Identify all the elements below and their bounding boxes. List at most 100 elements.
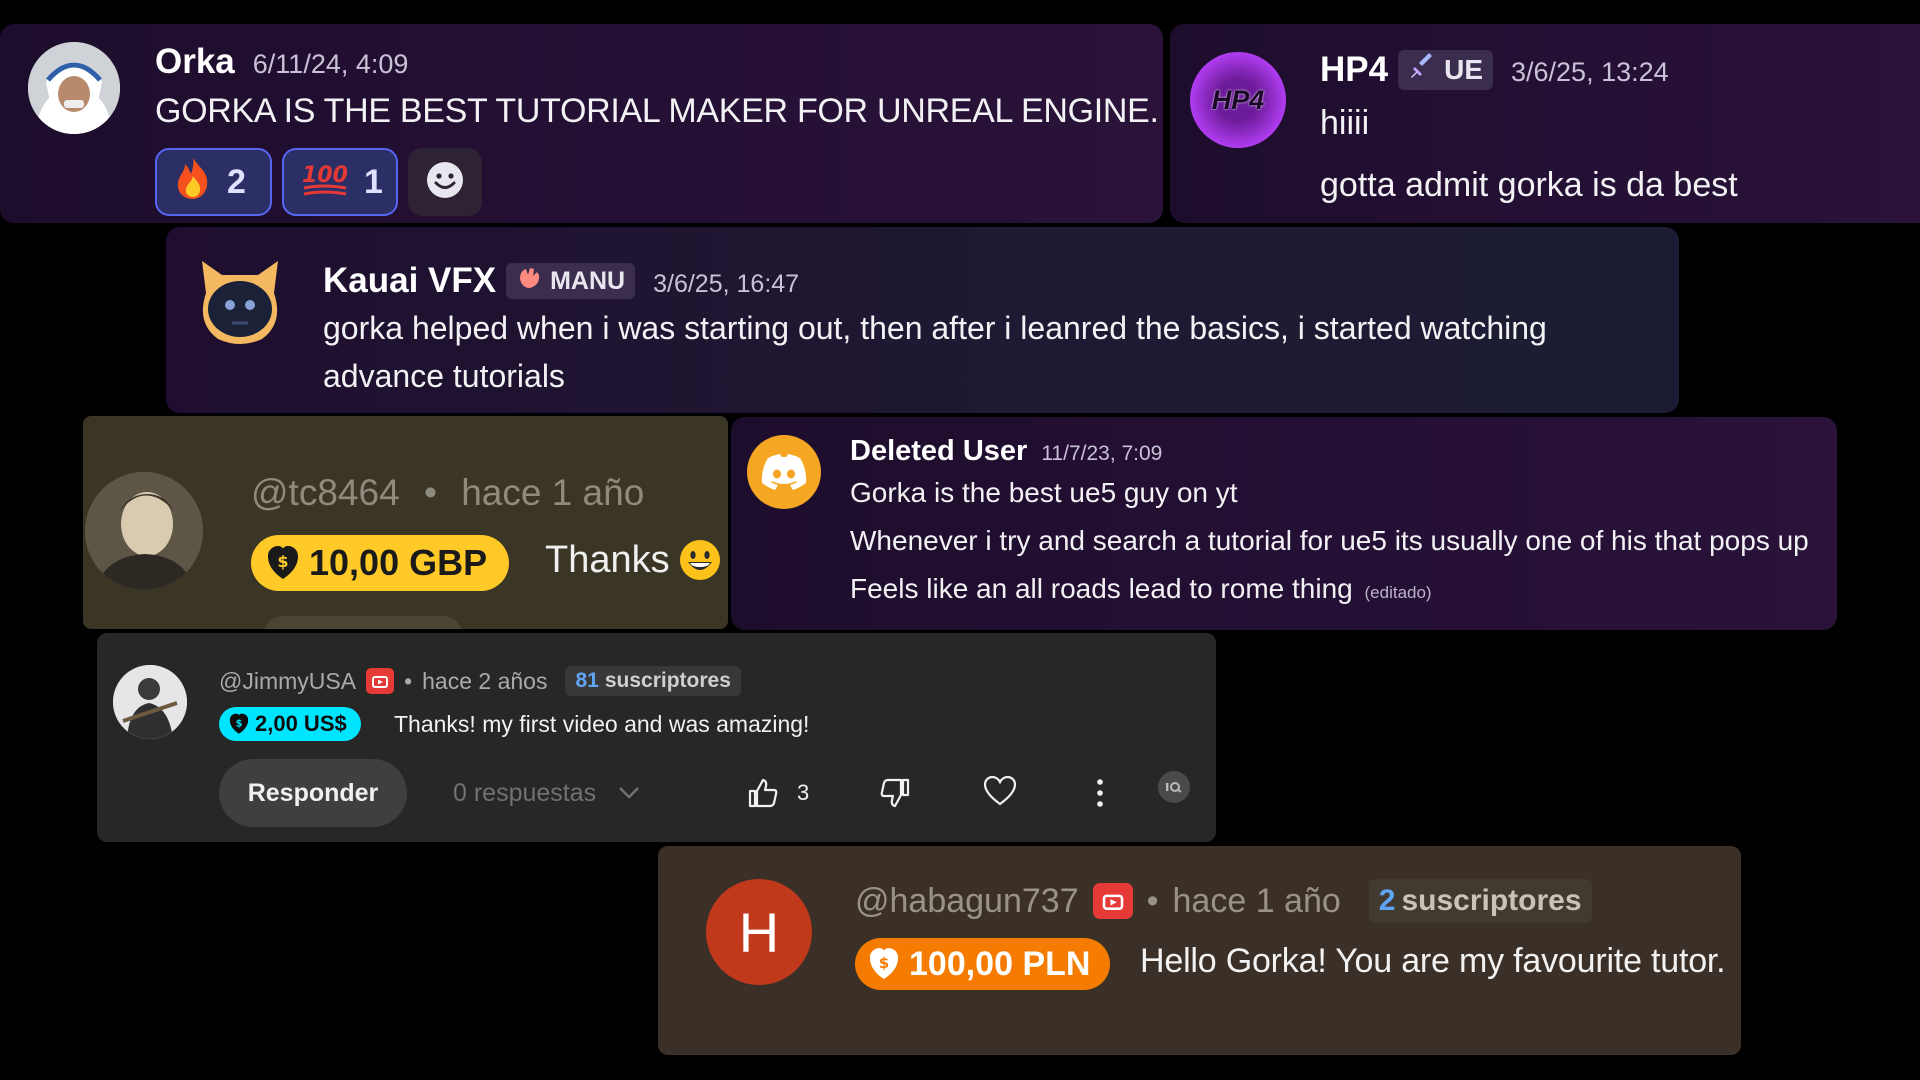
deleted-user-avatar[interactable] xyxy=(747,435,821,509)
like-button[interactable]: 3 xyxy=(747,759,809,827)
habagun-comment-card: H @habagun737 • hace 1 año 2 suscriptore… xyxy=(658,846,1741,1055)
jimmy-time[interactable]: hace 2 años xyxy=(422,668,547,695)
reaction-hundred[interactable]: 100 1 xyxy=(282,148,398,216)
jimmy-avatar[interactable] xyxy=(113,665,187,739)
tc8464-cropped-button xyxy=(263,616,463,629)
orka-header: Orka 6/11/24, 4:09 xyxy=(155,42,408,82)
chevron-down-icon xyxy=(618,786,640,800)
tc8464-header: @tc8464 • hace 1 año xyxy=(251,472,644,514)
smiley-icon xyxy=(425,160,465,205)
hp4-timestamp: 3/6/25, 13:24 xyxy=(1511,57,1669,87)
tc8464-handle[interactable]: @tc8464 xyxy=(251,472,400,513)
kauai-username[interactable]: Kauai VFX xyxy=(323,261,496,301)
dislike-button[interactable] xyxy=(879,777,911,809)
kauai-header: Kauai VFX MANU 3/6/25, 16:47 xyxy=(323,261,799,301)
jimmy-donation-chip: $ 2,00 US$ xyxy=(219,707,361,741)
jimmy-header: @JimmyUSA • hace 2 años 81 suscriptores xyxy=(219,665,741,697)
hundred-points-icon: 100 xyxy=(300,158,350,207)
hp4-avatar-text: HP4 xyxy=(1211,84,1265,115)
habagun-avatar-letter: H xyxy=(738,900,780,964)
habagun-donation-amount: 100,00 PLN xyxy=(909,944,1091,983)
hp4-username[interactable]: HP4 xyxy=(1320,50,1388,90)
deleted-user-message-line-1: Gorka is the best ue5 guy on yt xyxy=(850,477,1238,508)
hp4-header: HP4 UE 3/6/25, 13:24 xyxy=(1320,50,1669,90)
super-thanks-icon: $ xyxy=(229,713,249,735)
kauai-role-tag-label: MANU xyxy=(550,266,626,295)
tc8464-comment-card: @tc8464 • hace 1 año $ 10,00 GBP Thanks xyxy=(83,416,728,629)
deleted-user-message-line-2: Whenever i try and search a tutorial for… xyxy=(850,525,1809,556)
habagun-subscriber-count: 2 suscriptores xyxy=(1368,879,1592,923)
jimmy-handle[interactable]: @JimmyUSA xyxy=(219,668,356,695)
sword-icon xyxy=(1408,52,1436,88)
replies-toggle[interactable]: 0 respuestas xyxy=(453,759,640,827)
svg-text:$: $ xyxy=(236,718,243,729)
reaction-fire-count: 2 xyxy=(227,162,246,201)
super-thanks-icon: $ xyxy=(267,545,299,581)
kauai-avatar[interactable] xyxy=(192,253,288,349)
heart-icon xyxy=(983,775,1017,807)
deleted-user-message-line-3: Feels like an all roads lead to rome thi… xyxy=(850,573,1432,605)
edited-label: (editado) xyxy=(1364,583,1432,602)
jimmy-subs-label: suscriptores xyxy=(604,669,731,692)
hp4-role-tag-label: UE xyxy=(1444,54,1483,85)
thumbs-down-icon xyxy=(879,777,911,809)
reaction-fire[interactable]: 2 xyxy=(155,148,272,216)
add-reaction-button[interactable] xyxy=(408,148,482,216)
kauai-message-line-2: advance tutorials xyxy=(323,358,565,394)
fire-icon xyxy=(173,156,213,209)
hp4-message-card: HP4 HP4 UE 3/6/25, 13:24 hiiii gotta adm… xyxy=(1170,24,1920,223)
habagun-donation-chip: $ 100,00 PLN xyxy=(855,938,1111,990)
thumbs-up-icon xyxy=(747,777,779,809)
jimmy-separator: • xyxy=(404,667,413,694)
habagun-subs-label: suscriptores xyxy=(1401,884,1582,917)
vertical-dots-icon xyxy=(1095,777,1105,809)
kauai-timestamp: 3/6/25, 16:47 xyxy=(653,270,800,298)
deleted-user-message-line-3-text: Feels like an all roads lead to rome thi… xyxy=(850,573,1353,604)
replies-count-label: 0 respuestas xyxy=(453,778,597,807)
svg-text:$: $ xyxy=(879,954,889,972)
orka-message: GORKA IS THE BEST TUTORIAL MAKER FOR UNR… xyxy=(155,92,1159,130)
habagun-handle[interactable]: @habagun737 xyxy=(855,882,1079,921)
kauai-message-card: Kauai VFX MANU 3/6/25, 16:47 gorka helpe… xyxy=(166,227,1679,413)
super-thanks-icon: $ xyxy=(869,947,899,981)
svg-text:$: $ xyxy=(277,552,288,571)
tc8464-avatar[interactable] xyxy=(85,472,203,590)
hp4-message-line-1: hiiii xyxy=(1320,104,1370,142)
tc8464-message-text: Thanks xyxy=(545,538,670,581)
tc8464-time[interactable]: hace 1 año xyxy=(461,472,644,513)
hp4-role-tag[interactable]: UE xyxy=(1398,50,1493,90)
orka-timestamp: 6/11/24, 4:09 xyxy=(252,49,409,79)
tc8464-message: Thanks xyxy=(545,538,722,582)
orka-message-card: Orka 6/11/24, 4:09 GORKA IS THE BEST TUT… xyxy=(0,24,1163,223)
svg-text:100: 100 xyxy=(302,163,348,188)
deleted-user-header: Deleted User 11/7/23, 7:09 xyxy=(850,435,1162,468)
habagun-subs-number: 2 xyxy=(1378,884,1396,917)
habagun-message: Hello Gorka! You are my favourite tutor. xyxy=(1140,942,1726,980)
tc8464-separator: • xyxy=(423,472,437,513)
grinning-face-icon xyxy=(678,538,722,582)
orka-username[interactable]: Orka xyxy=(155,42,235,82)
tc8464-donation-chip: $ 10,00 GBP xyxy=(251,535,510,591)
jimmy-comment-card: @JimmyUSA • hace 2 años 81 suscriptores … xyxy=(97,633,1216,842)
reply-button[interactable]: Responder xyxy=(219,759,407,827)
kauai-role-tag[interactable]: MANU xyxy=(506,263,636,299)
heart-button[interactable] xyxy=(983,775,1017,807)
kauai-message-line-1: gorka helped when i was starting out, th… xyxy=(323,310,1547,346)
more-options-button[interactable] xyxy=(1095,777,1105,809)
orka-avatar[interactable] xyxy=(28,42,120,134)
deleted-user-username[interactable]: Deleted User xyxy=(850,435,1027,468)
hand-icon xyxy=(516,265,542,298)
habagun-avatar[interactable]: H xyxy=(706,879,812,985)
jimmy-donation-amount: 2,00 US$ xyxy=(255,711,347,736)
jimmy-subscriber-count: 81 suscriptores xyxy=(565,666,741,696)
habagun-header: @habagun737 • hace 1 año 2 suscriptores xyxy=(855,878,1592,924)
habagun-time[interactable]: hace 1 año xyxy=(1173,882,1341,921)
deleted-user-timestamp: 11/7/23, 7:09 xyxy=(1041,442,1163,465)
reaction-hundred-count: 1 xyxy=(364,162,383,201)
extension-icon[interactable] xyxy=(1158,771,1190,803)
member-badge-icon xyxy=(366,668,395,694)
deleted-user-message-card: Deleted User 11/7/23, 7:09 Gorka is the … xyxy=(731,417,1837,630)
tc8464-donation-amount: 10,00 GBP xyxy=(309,542,488,583)
hp4-avatar[interactable]: HP4 xyxy=(1190,52,1286,148)
habagun-separator: • xyxy=(1146,881,1159,920)
